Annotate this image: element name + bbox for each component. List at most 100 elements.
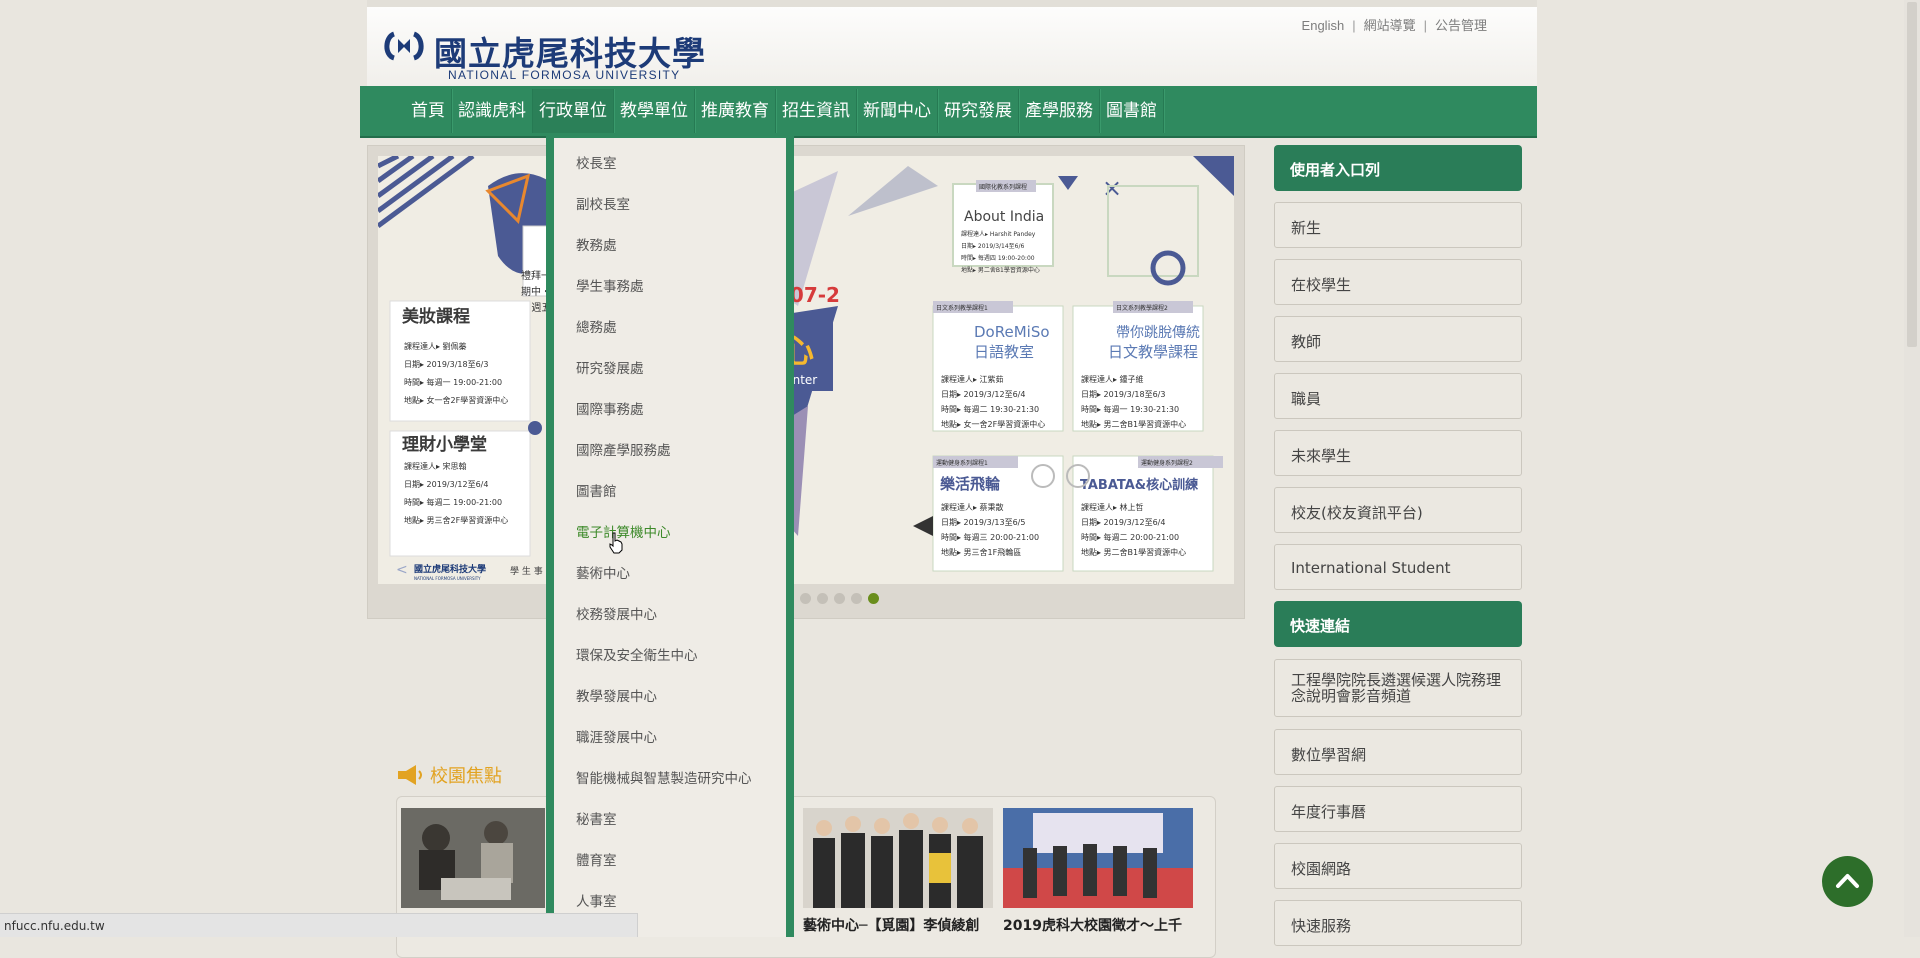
quick-link-fast-service[interactable]: 快速服務 — [1274, 900, 1522, 946]
slide-line: 日期▸ 2019/3/18至6/3 — [404, 360, 488, 369]
slide-tag: 運動健身系列課程2 — [1141, 459, 1193, 467]
slide-line: 課程達人▸ Harshit Pandey — [961, 230, 1036, 238]
campus-focus-title: 校園焦點 — [430, 766, 502, 787]
quick-link-elearning[interactable]: 數位學習網 — [1274, 729, 1522, 775]
nav-item-news[interactable]: 新聞中心 — [857, 89, 938, 133]
banner-slide[interactable]: 禮拜一・ 期中・期 <週五 美妝課程 課程達人▸ 劉佩蓁 日期▸ 2019/3/… — [378, 156, 1234, 584]
portal-link-faculty[interactable]: 教師 — [1274, 316, 1522, 362]
dropdown-item-library[interactable]: 圖書館 — [576, 480, 617, 500]
banner-slider: 禮拜一・ 期中・期 <週五 美妝課程 課程達人▸ 劉佩蓁 日期▸ 2019/3/… — [367, 145, 1245, 619]
scrollbar-thumb[interactable] — [1907, 2, 1917, 347]
dropdown-item-smart-machinery-center[interactable]: 智能機械與智慧製造研究中心 — [576, 767, 752, 787]
quick-link-engineering-election[interactable]: 工程學院院長遴選候選人院務理念說明會影音頻道 — [1274, 659, 1522, 717]
dropdown-item-student-affairs[interactable]: 學生事務處 — [576, 275, 644, 295]
nav-item-library[interactable]: 圖書館 — [1100, 89, 1164, 133]
nav-item-administration[interactable]: 行政單位 — [533, 89, 614, 133]
slider-dot[interactable] — [800, 593, 811, 604]
dropdown-item-secretariat[interactable]: 秘書室 — [576, 808, 617, 828]
slide-line: 時間▸ 每週三 20:00-21:00 — [941, 532, 1039, 542]
portal-link-future-students[interactable]: 未來學生 — [1274, 430, 1522, 476]
slider-dot[interactable] — [868, 593, 879, 604]
slide-about-title: About India — [964, 209, 1044, 225]
university-logo[interactable]: 國立虎尾科技大學 NATIONAL FORMOSA UNIVERSITY — [382, 25, 712, 85]
slide-line: 地點▸ 男三舍2F學習資源中心 — [404, 515, 508, 525]
nav-item-home[interactable]: 首頁 — [405, 89, 452, 133]
slide-line: 課程達人▸ 林上哲 — [1081, 502, 1144, 512]
portal-link-new-students[interactable]: 新生 — [1274, 202, 1522, 248]
chevron-up-icon — [1836, 874, 1859, 888]
portal-link-staff[interactable]: 職員 — [1274, 373, 1522, 419]
user-portal-header: 使用者入口列 — [1274, 145, 1522, 191]
slide-line: 時間▸ 每週一 19:30-21:30 — [1081, 404, 1179, 414]
nav-item-academics[interactable]: 教學單位 — [614, 89, 695, 133]
slide-deco-x: × — [1102, 174, 1122, 202]
dropdown-item-personnel-office[interactable]: 人事室 — [576, 890, 617, 910]
dropdown-item-career-center[interactable]: 職涯發展中心 — [576, 726, 657, 746]
dropdown-item-physical-education[interactable]: 體育室 — [576, 849, 617, 869]
site-header: 國立虎尾科技大學 NATIONAL FORMOSA UNIVERSITY Eng… — [367, 0, 1537, 86]
nav-item-admissions[interactable]: 招生資訊 — [776, 89, 857, 133]
slider-dot[interactable] — [817, 593, 828, 604]
slider-dot[interactable] — [851, 593, 862, 604]
back-to-top-button[interactable] — [1822, 856, 1873, 907]
sitemap-link[interactable]: 網站導覽 — [1364, 18, 1416, 33]
slide-jp1-title: DoReMiSo — [974, 323, 1050, 341]
nav-item-extension-education[interactable]: 推廣教育 — [695, 89, 776, 133]
portal-link-current-students[interactable]: 在校學生 — [1274, 259, 1522, 305]
slide-title: 理財小學堂 — [402, 434, 487, 455]
english-link[interactable]: English — [1302, 18, 1345, 33]
portal-link-alumni[interactable]: 校友(校友資訊平台) — [1274, 487, 1522, 533]
dropdown-item-academic-affairs[interactable]: 教務處 — [576, 234, 617, 254]
nav-item-about[interactable]: 認識虎科 — [452, 89, 533, 133]
quick-link-campus-network[interactable]: 校園網路 — [1274, 843, 1522, 889]
dropdown-item-president-office[interactable]: 校長室 — [576, 152, 617, 172]
browser-status-bar: nfucc.nfu.edu.tw — [0, 913, 638, 937]
nav-item-research[interactable]: 研究發展 — [938, 89, 1019, 133]
announcement-admin-link[interactable]: 公告管理 — [1435, 18, 1487, 33]
slide-line: 日期▸ 2019/3/18至6/3 — [1081, 390, 1165, 399]
portal-link-international[interactable]: International Student — [1274, 544, 1522, 590]
divider: | — [1352, 18, 1356, 33]
slider-dots — [783, 593, 879, 604]
slide-title: 美妝課程 — [402, 306, 470, 327]
dropdown-item-art-center[interactable]: 藝術中心 — [576, 562, 630, 582]
dropdown-item-environment-safety-center[interactable]: 環保及安全衛生中心 — [576, 644, 698, 664]
news-caption[interactable]: 藝術中心─【覓園】李偵綾創 — [803, 915, 979, 935]
slide-jp1-subtitle: 日語教室 — [974, 343, 1034, 361]
dropdown-item-international-industry[interactable]: 國際產學服務處 — [576, 439, 671, 459]
slide-line: 日期▸ 2019/3/13至6/5 — [941, 518, 1025, 527]
news-thumbnail[interactable] — [1003, 808, 1193, 908]
slide-tag: 日文系列教學課程1 — [936, 304, 988, 312]
slide-tag: 日文系列教學課程2 — [1116, 304, 1168, 312]
slide-line: 日期▸ 2019/3/12至6/4 — [1081, 518, 1165, 527]
news-caption[interactable]: 2019虎科大校園徵才～上千 — [1003, 915, 1182, 935]
dropdown-item-vice-president-office[interactable]: 副校長室 — [576, 193, 630, 213]
slider-dot[interactable] — [834, 593, 845, 604]
dropdown-item-teaching-development-center[interactable]: 教學發展中心 — [576, 685, 657, 705]
nav-item-industry[interactable]: 產學服務 — [1019, 89, 1100, 133]
quick-links-header: 快速連結 — [1274, 601, 1522, 647]
quick-link-calendar[interactable]: 年度行事曆 — [1274, 786, 1522, 832]
slide-line: 日期▸ 2019/3/14至6/6 — [961, 242, 1025, 250]
dropdown-item-international-affairs[interactable]: 國際事務處 — [576, 398, 644, 418]
slide-prev-arrow[interactable]: < — [396, 562, 408, 578]
hand-cursor-icon — [609, 532, 623, 554]
slide-tag: 運動健身系列課程1 — [936, 459, 988, 467]
dropdown-item-development-center[interactable]: 校務發展中心 — [576, 603, 657, 623]
slide-line: 時間▸ 每週二 19:30-21:30 — [941, 404, 1039, 414]
top-links: English | 網站導覽 | 公告管理 — [1302, 15, 1487, 34]
page-scrollbar[interactable] — [1904, 0, 1920, 937]
dropdown-item-research-development[interactable]: 研究發展處 — [576, 357, 644, 377]
slide-line: 課程達人▸ 蔡秉散 — [941, 502, 1004, 512]
slide-line: 課程達人▸ 劉佩蓁 — [404, 341, 467, 351]
news-thumbnail[interactable] — [803, 808, 993, 908]
slide-line: 地點▸ 男二舍B1學習資源中心 — [1081, 547, 1186, 557]
slide-line: 地點▸ 男二舍B1學習資源中心 — [961, 266, 1040, 274]
banner-poster: 禮拜一・ 期中・期 <週五 美妝課程 課程達人▸ 劉佩蓁 日期▸ 2019/3/… — [378, 156, 1234, 584]
news-thumbnail[interactable] — [401, 808, 545, 908]
slide-sp2-title: TABATA&核心訓練 — [1080, 477, 1198, 493]
page-wrapper: 國立虎尾科技大學 NATIONAL FORMOSA UNIVERSITY Eng… — [360, 0, 1537, 958]
slide-line: 地點▸ 女一舍2F學習資源中心 — [404, 395, 508, 405]
slide-line: 時間▸ 每週四 19:00-20:00 — [961, 254, 1035, 262]
dropdown-item-general-affairs[interactable]: 總務處 — [576, 316, 617, 336]
